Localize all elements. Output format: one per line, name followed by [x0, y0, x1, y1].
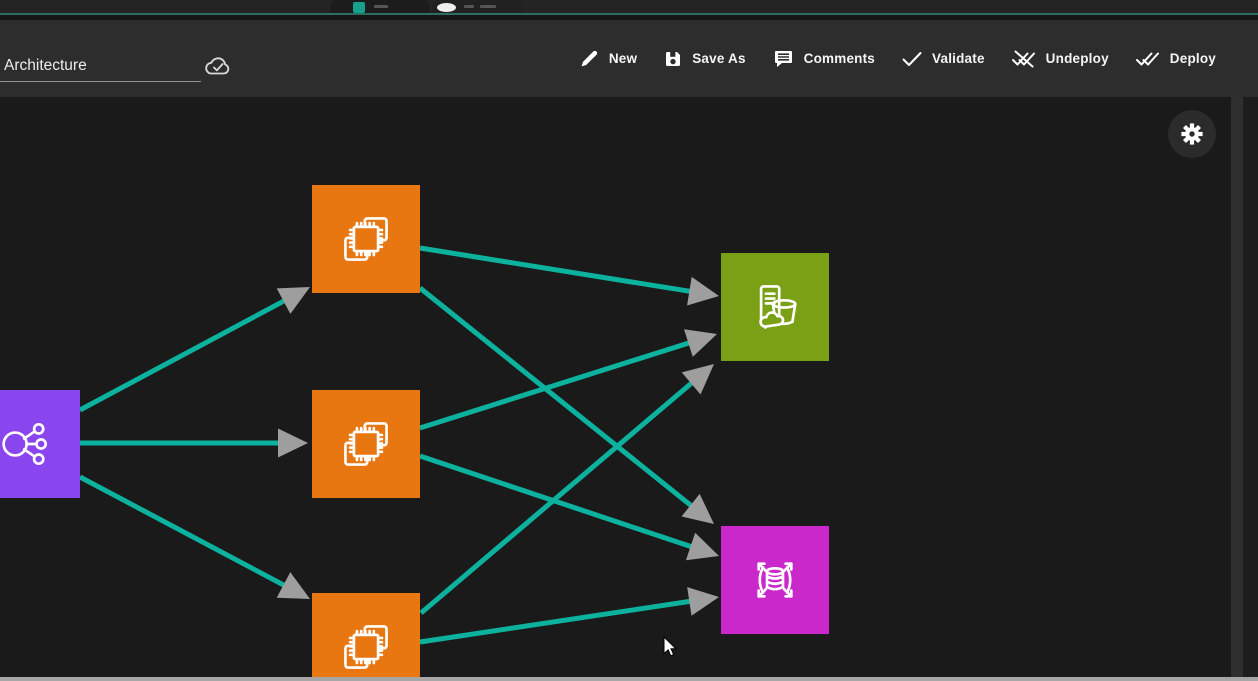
save-as-button[interactable]: Save As — [664, 50, 745, 68]
canvas-right-gutter — [1243, 97, 1258, 681]
node-compute-3[interactable] — [312, 593, 420, 681]
deploy-button-label: Deploy — [1170, 51, 1216, 66]
arrowhead-icon — [687, 277, 719, 306]
double-check-icon — [1136, 50, 1160, 68]
comments-button-label: Comments — [804, 51, 875, 66]
load-balancer-icon — [0, 415, 55, 473]
node-compute-1[interactable] — [312, 185, 420, 293]
diagram-title-input[interactable] — [0, 56, 201, 82]
editor-toolbar: New Save As Comments Validate — [0, 20, 1258, 97]
new-button[interactable]: New — [580, 49, 637, 68]
database-scaling-icon — [746, 551, 804, 609]
deploy-button[interactable]: Deploy — [1136, 50, 1216, 68]
chat-icon — [773, 49, 794, 68]
edge-compute-2-to-storage[interactable] — [420, 329, 717, 428]
tab-text-fragment — [464, 5, 474, 8]
compute-instances-icon — [337, 210, 395, 268]
diagram-canvas[interactable] — [0, 97, 1258, 681]
node-load-balancer[interactable] — [0, 390, 80, 498]
check-icon — [902, 51, 922, 67]
comments-button[interactable]: Comments — [773, 49, 875, 68]
horizontal-scrollbar[interactable] — [0, 677, 1258, 681]
double-check-crossed-icon — [1012, 50, 1036, 68]
pencil-icon — [580, 49, 599, 68]
validate-button[interactable]: Validate — [902, 51, 985, 67]
node-storage[interactable] — [721, 253, 829, 361]
cloud-check-icon — [203, 54, 233, 78]
arrowhead-icon — [682, 494, 714, 524]
node-database[interactable] — [721, 526, 829, 634]
save-as-button-label: Save As — [692, 51, 745, 66]
compute-instances-icon — [337, 415, 395, 473]
tab-text-fragment — [480, 5, 496, 8]
edge-compute-1-to-storage[interactable] — [420, 248, 719, 306]
undeploy-button[interactable]: Undeploy — [1012, 50, 1109, 68]
arrowhead-icon — [686, 533, 719, 561]
save-icon — [664, 50, 682, 68]
edge-load-balancer-to-compute-2[interactable] — [80, 429, 308, 458]
toolbar-actions: New Save As Comments Validate — [580, 20, 1216, 97]
edge-layer — [0, 97, 1258, 681]
browser-tab[interactable] — [330, 0, 430, 13]
tab-favicon-icon — [437, 3, 456, 12]
edge-compute-3-to-database[interactable] — [420, 587, 719, 642]
canvas-settings-button[interactable] — [1168, 110, 1216, 158]
edge-load-balancer-to-compute-1[interactable] — [80, 287, 310, 410]
tab-text-fragment — [374, 5, 388, 8]
edge-load-balancer-to-compute-3[interactable] — [80, 477, 310, 599]
node-compute-2[interactable] — [312, 390, 420, 498]
arrowhead-icon — [687, 587, 719, 616]
tab-favicon-icon — [353, 2, 365, 13]
arrowhead-icon — [278, 429, 308, 458]
browser-tab[interactable] — [432, 0, 522, 13]
gear-icon — [1180, 122, 1204, 146]
storage-bucket-icon — [746, 278, 804, 336]
arrowhead-icon — [684, 329, 717, 357]
validate-button-label: Validate — [932, 51, 985, 66]
browser-tab-strip — [0, 0, 1258, 13]
undeploy-button-label: Undeploy — [1046, 51, 1109, 66]
new-button-label: New — [609, 51, 637, 66]
compute-instances-icon — [337, 618, 395, 676]
vertical-scrollbar[interactable] — [1231, 97, 1243, 681]
edge-compute-2-to-database[interactable] — [420, 456, 719, 560]
